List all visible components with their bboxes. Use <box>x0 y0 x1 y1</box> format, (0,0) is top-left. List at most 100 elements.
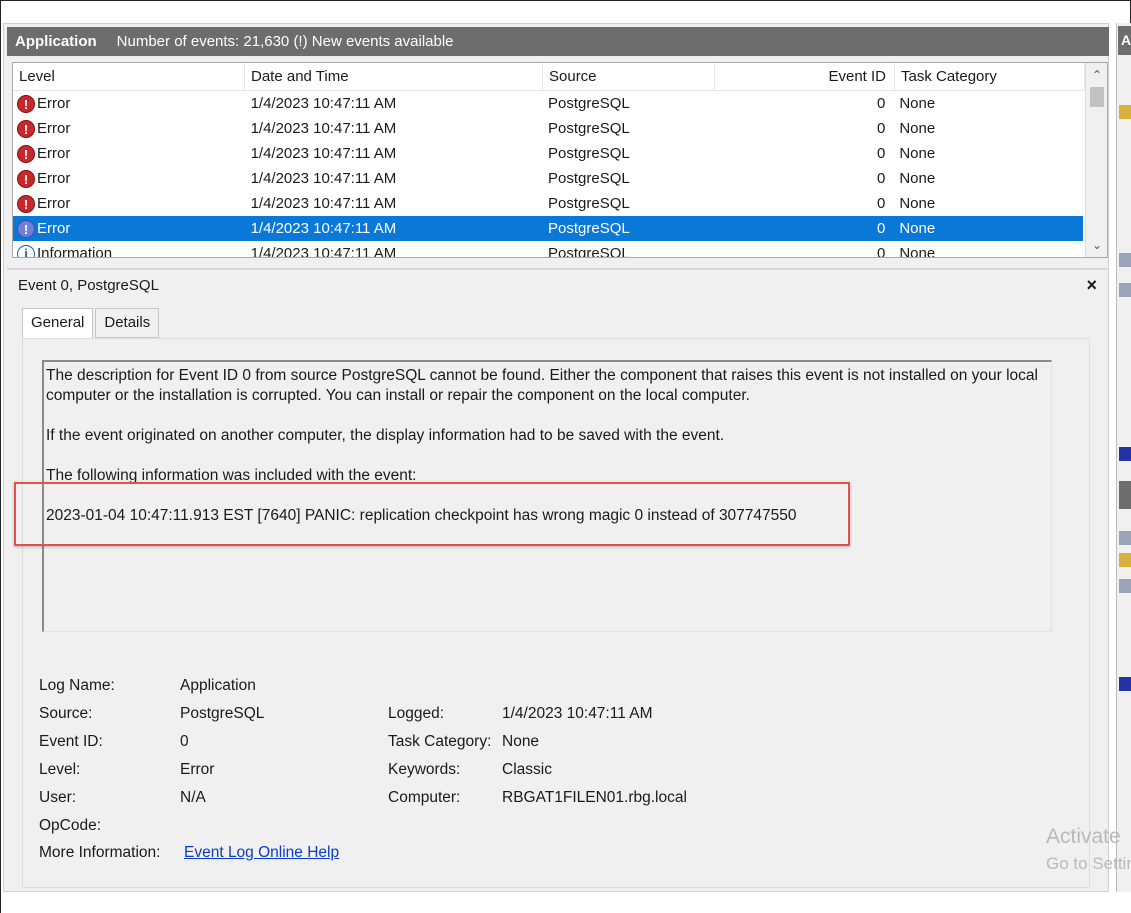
source-cell: PostgreSQL <box>548 245 630 258</box>
column-header-level[interactable]: Level <box>13 63 245 91</box>
general-tab-panel: The description for Event ID 0 from sour… <box>22 338 1090 888</box>
description-paragraph: If the event originated on another compu… <box>46 427 725 444</box>
actions-header: A <box>1118 26 1131 55</box>
action-icon[interactable] <box>1119 253 1131 267</box>
level-text: Error <box>37 195 71 212</box>
tab-details[interactable]: Details <box>95 308 160 338</box>
scroll-up-icon[interactable]: ⌃ <box>1086 65 1107 85</box>
more-information-label: More Information: <box>39 844 161 861</box>
actions-subheader <box>1119 481 1131 509</box>
table-row[interactable]: ! Error 1/4/2023 10:47:11 AM PostgreSQL 0 Non… <box>13 191 1083 216</box>
events-table: Level Date and Time Source Event ID Task… <box>12 62 1108 258</box>
event-detail-title: Event 0, PostgreSQL <box>18 276 159 294</box>
event-id-cell: 0 <box>877 245 886 258</box>
opcode-label: OpCode: <box>39 817 102 834</box>
date-time-cell: 1/4/2023 10:47:11 AM <box>250 220 397 237</box>
task-category-value: None <box>502 733 540 750</box>
source-cell: PostgreSQL <box>548 170 630 187</box>
watermark-line-1: Activate <box>1046 825 1121 848</box>
source-cell: PostgreSQL <box>548 95 630 112</box>
action-icon[interactable] <box>1119 283 1131 297</box>
date-time-cell: 1/4/2023 10:47:11 AM <box>250 120 397 137</box>
task-category-cell: None <box>899 120 936 137</box>
task-category-cell: None <box>899 220 936 237</box>
keywords-value: Classic <box>502 761 552 778</box>
description-paragraph: The description for Event ID 0 from sour… <box>46 367 1038 404</box>
level-cell: ! Error <box>13 141 245 166</box>
event-count-info: Number of events: 21,630 (!) New events … <box>116 33 454 50</box>
error-icon: ! <box>17 94 35 113</box>
scroll-thumb[interactable] <box>1090 87 1104 107</box>
log-header-bar: Application Number of events: 21,630 (!)… <box>7 27 1109 56</box>
task-category-cell: None <box>899 245 936 258</box>
level-cell: ! Error <box>13 166 245 191</box>
source-cell: PostgreSQL <box>548 145 630 162</box>
logged-value: 1/4/2023 10:47:11 AM <box>502 705 653 722</box>
event-id-cell: 0 <box>877 145 886 162</box>
event-id-cell: 0 <box>877 170 886 187</box>
event-viewer-window: Application Number of events: 21,630 (!)… <box>0 0 1131 913</box>
task-category-cell: None <box>899 195 936 212</box>
table-row[interactable]: ! Error 1/4/2023 10:47:11 AM PostgreSQL 0 Non… <box>13 141 1083 166</box>
vertical-scrollbar[interactable]: ⌃ ⌄ <box>1085 63 1107 257</box>
scroll-down-icon[interactable]: ⌄ <box>1086 235 1107 255</box>
event-id-cell: 0 <box>877 195 886 212</box>
level-text: Error <box>37 170 71 187</box>
column-header-date[interactable]: Date and Time <box>245 63 543 91</box>
event-id-cell: 0 <box>877 95 886 112</box>
level-label: Level: <box>39 761 81 778</box>
error-icon: ! <box>17 144 35 163</box>
table-row[interactable]: ! Error 1/4/2023 10:47:11 AM PostgreSQL 0 Non… <box>13 116 1083 141</box>
actions-pane: A <box>1116 23 1131 892</box>
level-text: Error <box>37 220 71 237</box>
table-row[interactable]: ! Error 1/4/2023 10:47:11 AM PostgreSQL 0 Non… <box>13 166 1083 191</box>
logged-label: Logged: <box>388 705 445 722</box>
task-category-label: Task Category: <box>388 733 492 750</box>
computer-value: RBGAT1FILEN01.rbg.local <box>502 789 687 806</box>
column-header-event-id[interactable]: Event ID <box>715 63 895 91</box>
level-cell: i Information <box>13 241 245 258</box>
action-icon[interactable] <box>1119 553 1131 567</box>
action-icon[interactable] <box>1119 105 1131 119</box>
log-name-value: Application <box>180 677 256 694</box>
date-time-cell: 1/4/2023 10:47:11 AM <box>250 195 397 212</box>
table-header: Level Date and Time Source Event ID Task… <box>13 63 1085 91</box>
event-log-online-help-link[interactable]: Event Log Online Help <box>184 844 339 862</box>
event-id-value: 0 <box>180 733 189 750</box>
task-category-cell: None <box>899 170 936 187</box>
column-header-source[interactable]: Source <box>543 63 715 91</box>
error-icon: ! <box>17 119 35 138</box>
keywords-label: Keywords: <box>388 761 461 778</box>
tab-general[interactable]: General <box>22 308 94 340</box>
task-category-cell: None <box>899 95 936 112</box>
source-cell: PostgreSQL <box>548 120 630 137</box>
date-time-cell: 1/4/2023 10:47:11 AM <box>250 145 397 162</box>
info-icon: i <box>17 244 35 257</box>
computer-label: Computer: <box>388 789 461 806</box>
level-cell: ! Error <box>13 91 245 116</box>
source-cell: PostgreSQL <box>548 195 630 212</box>
level-text: Information <box>37 245 113 258</box>
action-icon[interactable] <box>1119 677 1131 691</box>
table-row[interactable]: ! Error 1/4/2023 10:47:11 AM PostgreSQL 0 Non… <box>13 216 1083 241</box>
column-header-task-category[interactable]: Task Category <box>895 63 1085 91</box>
event-id-label: Event ID: <box>39 733 103 750</box>
level-text: Error <box>37 120 71 137</box>
action-icon[interactable] <box>1119 579 1131 593</box>
highlight-box <box>14 482 850 546</box>
table-body: ! Error 1/4/2023 10:47:11 AM PostgreSQL 0 Non… <box>13 91 1083 258</box>
event-detail-header: Event 0, PostgreSQL × <box>7 268 1109 300</box>
action-icon[interactable] <box>1119 447 1131 461</box>
close-icon[interactable]: × <box>1086 275 1097 296</box>
level-text: Error <box>37 145 71 162</box>
table-row[interactable]: ! Error 1/4/2023 10:47:11 AM PostgreSQL 0 Non… <box>13 91 1083 116</box>
level-text: Error <box>37 95 71 112</box>
task-category-cell: None <box>899 145 936 162</box>
table-row[interactable]: i Information 1/4/2023 10:47:11 AM PostgreS… <box>13 241 1083 258</box>
bottom-strip <box>1 892 1131 913</box>
level-value: Error <box>180 761 215 778</box>
error-icon: ! <box>17 169 35 188</box>
action-icon[interactable] <box>1119 531 1131 545</box>
date-time-cell: 1/4/2023 10:47:11 AM <box>250 245 397 258</box>
events-pane: Application Number of events: 21,630 (!)… <box>3 23 1109 892</box>
